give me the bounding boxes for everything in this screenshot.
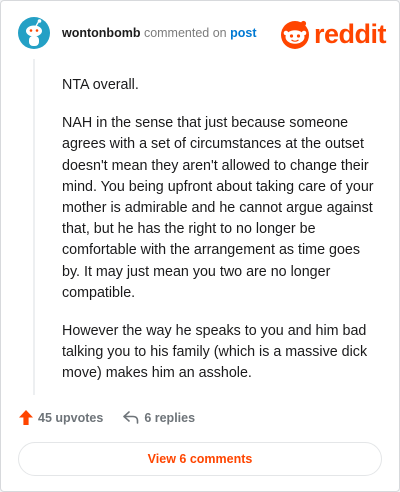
comment-paragraph-3: However the way he speaks to you and him… (62, 323, 368, 382)
reply-arrow-icon (123, 411, 139, 424)
replies-button[interactable]: 6 replies (123, 411, 195, 425)
reddit-alien-icon (281, 20, 309, 49)
user-avatar[interactable] (18, 17, 50, 49)
comment-header: wontonbomb commented on post (62, 26, 257, 40)
upvote-arrow-icon (19, 410, 33, 425)
reddit-logo[interactable]: reddit (279, 19, 387, 49)
comment-body: NTA overall. NAH in the sense that just … (62, 75, 374, 402)
reddit-wordmark: reddit (314, 19, 387, 49)
comment-actions: 45 upvotes 6 replies (19, 410, 195, 425)
view-comments-button[interactable]: View 6 comments (18, 442, 382, 476)
thread-line[interactable] (33, 59, 35, 395)
post-link[interactable]: post (230, 26, 256, 40)
commented-on-text: commented on (143, 26, 227, 40)
view-comments-label: View 6 comments (147, 452, 253, 466)
upvote-count: 45 upvotes (38, 410, 104, 425)
replies-count: 6 replies (144, 410, 196, 425)
snoo-avatar-icon (18, 17, 50, 49)
upvote-button[interactable]: 45 upvotes (19, 410, 103, 425)
comment-card: wontonbomb commented on post reddit NTA … (0, 0, 400, 492)
comment-paragraph-1: NTA overall. (62, 77, 139, 93)
comment-paragraph-2: NAH in the sense that just because someo… (62, 115, 374, 301)
username-link[interactable]: wontonbomb (62, 26, 140, 40)
